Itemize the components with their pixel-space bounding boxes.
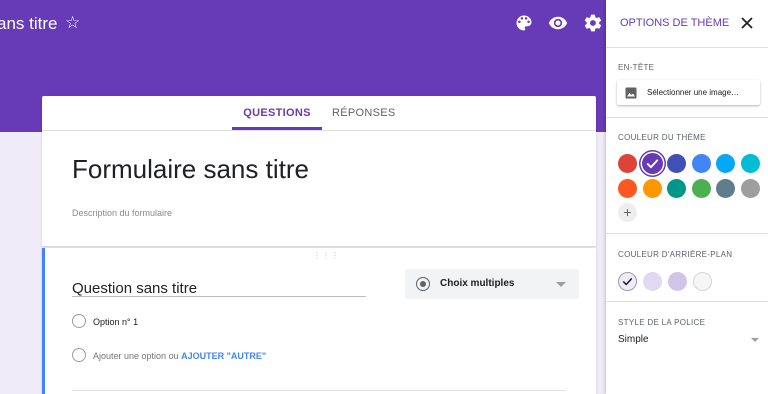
theme-color-swatch[interactable] bbox=[618, 154, 637, 173]
radio-button-icon bbox=[416, 277, 430, 291]
select-image-button[interactable]: Sélectionner une image… bbox=[617, 80, 760, 105]
active-card-indicator bbox=[42, 248, 45, 394]
question-type-label: Choix multiples bbox=[440, 278, 515, 289]
panel-divider bbox=[606, 233, 768, 234]
form-title[interactable]: Formulaire sans titre bbox=[72, 154, 309, 185]
background-color-swatch[interactable] bbox=[643, 272, 662, 291]
theme-color-swatch[interactable] bbox=[641, 153, 663, 174]
dropdown-arrow-icon bbox=[751, 338, 759, 342]
theme-color-swatch[interactable] bbox=[740, 179, 760, 198]
close-icon[interactable] bbox=[740, 16, 754, 30]
theme-color-swatch[interactable] bbox=[716, 179, 735, 198]
select-image-label: Sélectionner une image… bbox=[647, 88, 740, 97]
check-icon bbox=[619, 273, 636, 290]
check-icon bbox=[642, 153, 663, 174]
image-icon bbox=[625, 87, 637, 99]
tabs-divider bbox=[42, 130, 596, 131]
question-type-dropdown[interactable]: Choix multiples bbox=[405, 269, 579, 299]
panel-title: OPTIONS DE THÈME bbox=[620, 17, 730, 29]
option-1-field[interactable]: Option n° 1 bbox=[93, 317, 138, 327]
background-color-swatch[interactable] bbox=[693, 272, 712, 291]
background-color-swatch[interactable] bbox=[618, 272, 637, 291]
font-style-section-label: STYLE DE LA POLICE bbox=[618, 318, 706, 327]
theme-color-swatch[interactable] bbox=[740, 154, 760, 173]
form-description-field[interactable]: Description du formulaire bbox=[72, 208, 172, 218]
form-name[interactable]: ans titre bbox=[0, 14, 57, 34]
theme-color-swatch[interactable] bbox=[642, 179, 662, 198]
question-title-underline bbox=[72, 296, 366, 297]
font-style-dropdown[interactable]: Simple bbox=[618, 334, 649, 345]
theme-color-swatch[interactable] bbox=[667, 154, 686, 173]
question-footer-divider bbox=[72, 390, 566, 391]
add-other-link[interactable]: AJOUTER "AUTRE" bbox=[181, 351, 266, 361]
theme-color-swatch[interactable] bbox=[716, 154, 735, 173]
add-option-link[interactable]: Ajouter une option bbox=[93, 351, 166, 361]
form-header-card: QUESTIONS RÉPONSES Formulaire sans titre… bbox=[42, 96, 596, 246]
add-custom-color-button[interactable]: + bbox=[618, 203, 637, 222]
panel-divider bbox=[606, 47, 768, 48]
theme-color-section-label: COULEUR DU THÈME bbox=[618, 133, 706, 142]
question-card[interactable]: ⋮⋮⋮ Question sans titre Choix multiples … bbox=[42, 248, 596, 394]
theme-color-swatch[interactable] bbox=[667, 179, 686, 198]
tab-responses[interactable]: RÉPONSES bbox=[332, 96, 395, 130]
add-option-radio-icon bbox=[72, 348, 86, 362]
or-text: ou bbox=[168, 351, 179, 361]
tab-questions[interactable]: QUESTIONS bbox=[232, 96, 322, 130]
drag-handle-icon[interactable]: ⋮⋮⋮ bbox=[313, 252, 340, 260]
settings-gear-icon[interactable] bbox=[583, 13, 603, 33]
add-option-row: Ajouter une option ou AJOUTER "AUTRE" bbox=[93, 351, 266, 361]
question-title-field[interactable]: Question sans titre bbox=[72, 280, 197, 297]
panel-divider bbox=[606, 301, 768, 302]
preview-eye-icon[interactable] bbox=[548, 13, 568, 33]
panel-divider bbox=[606, 117, 768, 118]
theme-options-panel: OPTIONS DE THÈME EN-TÊTE Sélectionner un… bbox=[606, 0, 768, 394]
theme-color-swatch[interactable] bbox=[691, 179, 711, 198]
background-color-swatch[interactable] bbox=[668, 272, 687, 291]
palette-icon[interactable] bbox=[514, 13, 534, 33]
header-section-label: EN-TÊTE bbox=[618, 63, 655, 72]
theme-color-swatch[interactable] bbox=[618, 179, 637, 198]
star-icon[interactable]: ☆ bbox=[65, 13, 80, 33]
theme-color-swatch[interactable] bbox=[691, 154, 711, 173]
background-color-section-label: COULEUR D'ARRIÈRE-PLAN bbox=[618, 250, 733, 259]
dropdown-arrow-icon bbox=[556, 282, 566, 287]
option-radio-icon bbox=[72, 314, 86, 328]
